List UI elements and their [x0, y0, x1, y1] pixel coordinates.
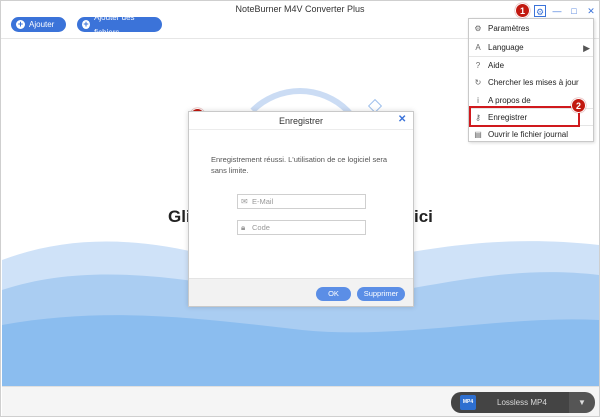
plus-icon: + [16, 19, 25, 29]
menu-item-label: Aide [488, 61, 505, 70]
log-file-icon: ▤ [474, 130, 482, 139]
submenu-arrow-icon: ▶ [583, 43, 590, 53]
mail-icon: ✉ [241, 197, 248, 206]
output-format-button[interactable]: MP4 Lossless MP4 [451, 392, 569, 413]
maximize-icon[interactable]: □ [568, 5, 580, 17]
code-field[interactable]: 🔒︎ Code [237, 220, 366, 235]
add-files-button-label: Ajouter des fichiers [94, 12, 135, 37]
footer-bar: MP4 Lossless MP4 ▼ [2, 386, 599, 416]
dialog-header: Enregistrer ✕ [189, 112, 413, 130]
register-dialog: Enregistrer ✕ Enregistrement réussi. L'u… [188, 111, 414, 307]
chevron-down-icon[interactable]: ▼ [569, 392, 595, 413]
gear-icon: ⚙ [474, 24, 482, 33]
close-icon[interactable]: ✕ [398, 114, 406, 125]
close-icon[interactable]: ✕ [585, 5, 597, 17]
menu-item-label: A propos de [488, 96, 531, 105]
code-placeholder: Code [252, 223, 270, 232]
menu-item-aide[interactable]: ? Aide [469, 56, 593, 74]
email-field[interactable]: ✉ E-Mail [237, 194, 366, 209]
add-button[interactable]: + Ajouter [11, 17, 66, 32]
menu-item-check-updates[interactable]: ↻ Chercher les mises à jour [469, 74, 593, 92]
lock-icon: 🔒︎ [241, 223, 246, 232]
gear-icon[interactable]: ⚙ [534, 5, 546, 17]
menu-item-label: Chercher les mises à jour [488, 78, 579, 87]
step-badge-2: 2 [571, 98, 586, 113]
language-icon: A [475, 43, 481, 52]
hero-text-right: ici [414, 207, 433, 226]
help-icon: ? [475, 61, 481, 70]
menu-item-parametres[interactable]: ⚙ Paramètres [469, 20, 593, 38]
app-title: NoteBurner M4V Converter Plus [235, 4, 365, 14]
menu-item-label: Ouvrir le fichier journal [488, 130, 569, 139]
menu-item-language[interactable]: A Language ▶ [469, 38, 593, 56]
step-badge-1: 1 [515, 3, 530, 18]
plus-icon: + [82, 19, 91, 29]
dialog-message: Enregistrement réussi. L'utilisation de … [211, 155, 388, 175]
add-button-label: Ajouter [29, 20, 55, 29]
refresh-icon: ↻ [474, 78, 482, 87]
email-placeholder: E-Mail [252, 197, 274, 206]
minimize-icon[interactable]: — [551, 5, 563, 17]
info-icon: i [477, 96, 479, 105]
menu-item-open-log[interactable]: ▤ Ouvrir le fichier journal [469, 125, 593, 143]
mp4-icon: MP4 [460, 395, 476, 410]
register-highlight-box [469, 106, 580, 127]
add-files-button[interactable]: + Ajouter des fichiers [77, 13, 162, 37]
remove-button[interactable]: Supprimer [357, 287, 405, 301]
ok-button[interactable]: OK [316, 287, 351, 301]
dialog-footer: OK Supprimer [189, 278, 413, 306]
dialog-title: Enregistrer [278, 116, 323, 126]
menu-item-label: Language [488, 43, 524, 52]
output-format-label: Lossless MP4 [497, 398, 547, 407]
menu-item-label: Paramètres [488, 24, 530, 33]
